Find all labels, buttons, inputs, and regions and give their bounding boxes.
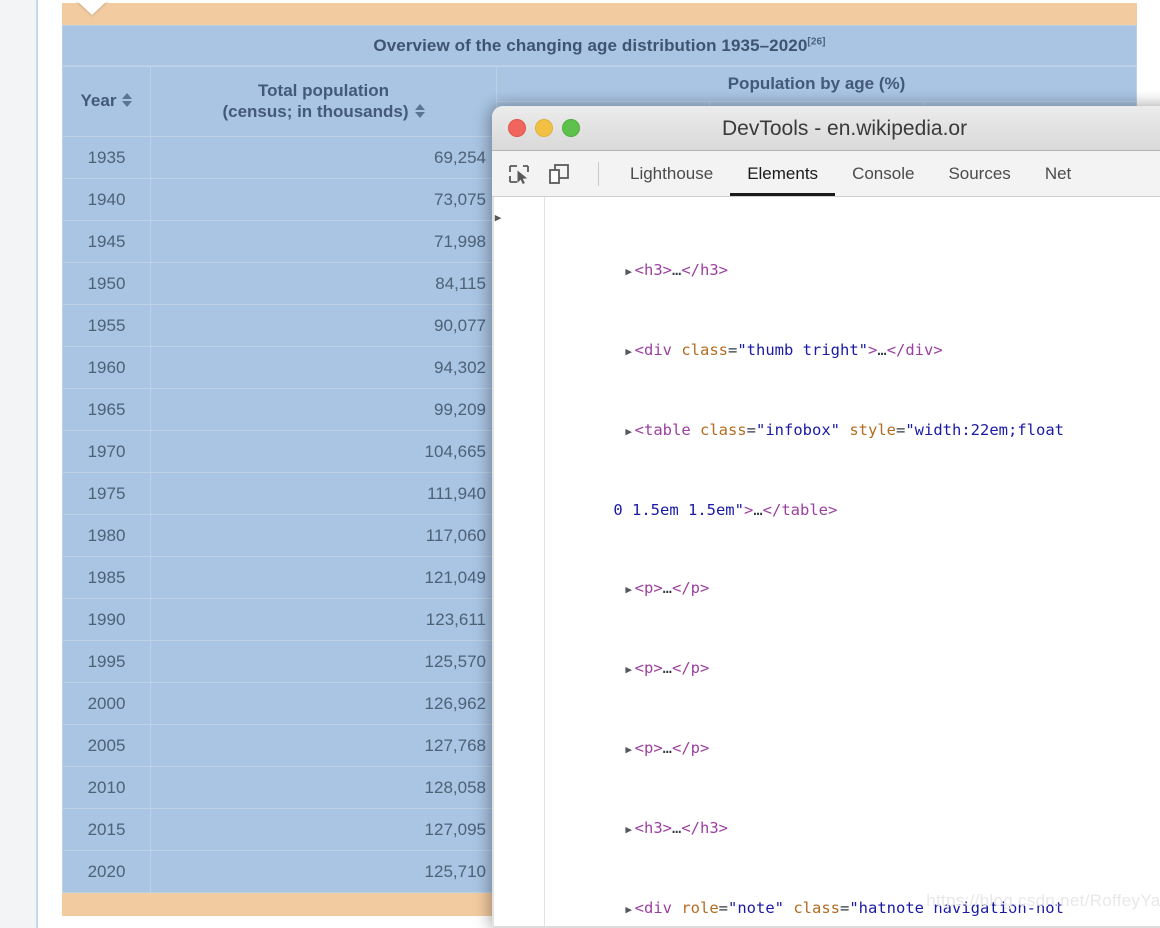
dom-line[interactable]: ▶ (492, 203, 1160, 231)
devtools-titlebar[interactable]: DevTools - en.wikipedia.or (492, 106, 1160, 151)
cell-year: 1935 (62, 135, 151, 179)
cell-total-population: 69,254 (150, 135, 497, 179)
header-population-by-age-label: Population by age (%) (727, 74, 906, 93)
devtools-tool-icons (492, 161, 613, 187)
devtools-window: DevTools - en.wikipedia.or Lighthouse El… (492, 106, 1160, 928)
cell-total-population: 126,962 (150, 681, 497, 725)
watermark-text: https://blog.csdn.net/RoffeyYang (926, 891, 1160, 910)
cell-year: 1955 (62, 303, 151, 347)
cell-total-population: 121,049 (150, 555, 497, 599)
cell-year: 1975 (62, 471, 151, 515)
cell-total-population: 125,570 (150, 639, 497, 683)
highlight-tooltip-arrow (76, 0, 108, 15)
table-caption: Overview of the changing age distributio… (62, 25, 1137, 66)
cell-year: 1995 (62, 639, 151, 683)
header-year-label: Year (80, 91, 117, 111)
devtools-tabbar: Lighthouse Elements Console Sources Net (492, 151, 1160, 197)
cell-year: 2015 (62, 807, 151, 851)
elements-dom-tree[interactable]: ▶ ▶ <h3>…</h3> ▶ <div class="thumb tright"… (492, 197, 1160, 928)
header-population-by-age: Population by age (%) (496, 66, 1137, 102)
cell-total-population: 127,095 (150, 807, 497, 851)
header-year[interactable]: Year (62, 66, 151, 137)
cell-total-population: 84,115 (150, 261, 497, 305)
dom-node-div-thumb[interactable]: ▶ <div class="thumb tright">…</div> (492, 311, 1160, 391)
cell-year: 2000 (62, 681, 151, 725)
device-toolbar-icon[interactable] (546, 161, 572, 187)
header-total-population-sub: (census; in thousands) (222, 102, 409, 122)
devtools-left-rule (492, 197, 494, 928)
cell-year: 2010 (62, 765, 151, 809)
cell-total-population: 111,940 (150, 471, 497, 515)
cell-total-population: 125,710 (150, 849, 497, 893)
cell-year: 1990 (62, 597, 151, 641)
tab-net[interactable]: Net (1028, 151, 1088, 196)
cell-year: 1960 (62, 345, 151, 389)
inspect-element-icon[interactable] (506, 161, 532, 187)
cell-year: 1980 (62, 513, 151, 557)
cell-total-population: 94,302 (150, 345, 497, 389)
cell-total-population: 99,209 (150, 387, 497, 431)
cell-year: 1945 (62, 219, 151, 263)
devtools-window-title: DevTools - en.wikipedia.or (722, 117, 968, 140)
cell-year: 2005 (62, 723, 151, 767)
cell-year: 1965 (62, 387, 151, 431)
cell-total-population: 123,611 (150, 597, 497, 641)
header-total-population-label: Total population (258, 80, 389, 100)
toolbar-separator (598, 161, 599, 186)
dom-node-h3-2[interactable]: ▶ <h3>…</h3> (492, 789, 1160, 869)
cell-total-population: 73,075 (150, 177, 497, 221)
dom-node-table-infobox-cont[interactable]: 0 1.5em 1.5em">…</table> (492, 471, 1160, 549)
dom-node-p-1[interactable]: ▶ <p>…</p> (492, 549, 1160, 629)
header-total-population[interactable]: Total population (census; in thousands) (150, 66, 497, 137)
cell-year: 1950 (62, 261, 151, 305)
screenshot-root: Overview of the changing age distributio… (0, 0, 1160, 928)
cell-total-population: 71,998 (150, 219, 497, 263)
sort-arrows-icon[interactable] (122, 93, 133, 108)
sort-arrows-icon[interactable] (414, 104, 425, 119)
dom-node-p-2[interactable]: ▶ <p>…</p> (492, 629, 1160, 709)
tab-sources[interactable]: Sources (931, 151, 1027, 196)
cell-year: 2020 (62, 849, 151, 893)
cell-total-population: 90,077 (150, 303, 497, 347)
tab-elements[interactable]: Elements (730, 151, 835, 196)
cell-total-population: 104,665 (150, 429, 497, 473)
cell-year: 1970 (62, 429, 151, 473)
cell-year: 1985 (62, 555, 151, 599)
dom-node-h3[interactable]: ▶ <h3>…</h3> (492, 231, 1160, 311)
table-caption-text: Overview of the changing age distributio… (373, 36, 808, 55)
cell-total-population: 117,060 (150, 513, 497, 557)
table-caption-reference: [26] (807, 36, 826, 48)
dom-node-table-infobox[interactable]: ▶ <table class="infobox" style="width:22e… (492, 391, 1160, 471)
cell-total-population: 127,768 (150, 723, 497, 767)
devtools-panel-tabs: Lighthouse Elements Console Sources Net (613, 151, 1088, 196)
dom-node-p-3[interactable]: ▶ <p>…</p> (492, 709, 1160, 789)
page-left-gutter (0, 0, 36, 928)
tab-console[interactable]: Console (835, 151, 931, 196)
cell-year: 1940 (62, 177, 151, 221)
cell-total-population: 128,058 (150, 765, 497, 809)
table-header-row-1: Year Total population (census; in thousan… (62, 66, 1137, 137)
tab-lighthouse[interactable]: Lighthouse (613, 151, 730, 196)
